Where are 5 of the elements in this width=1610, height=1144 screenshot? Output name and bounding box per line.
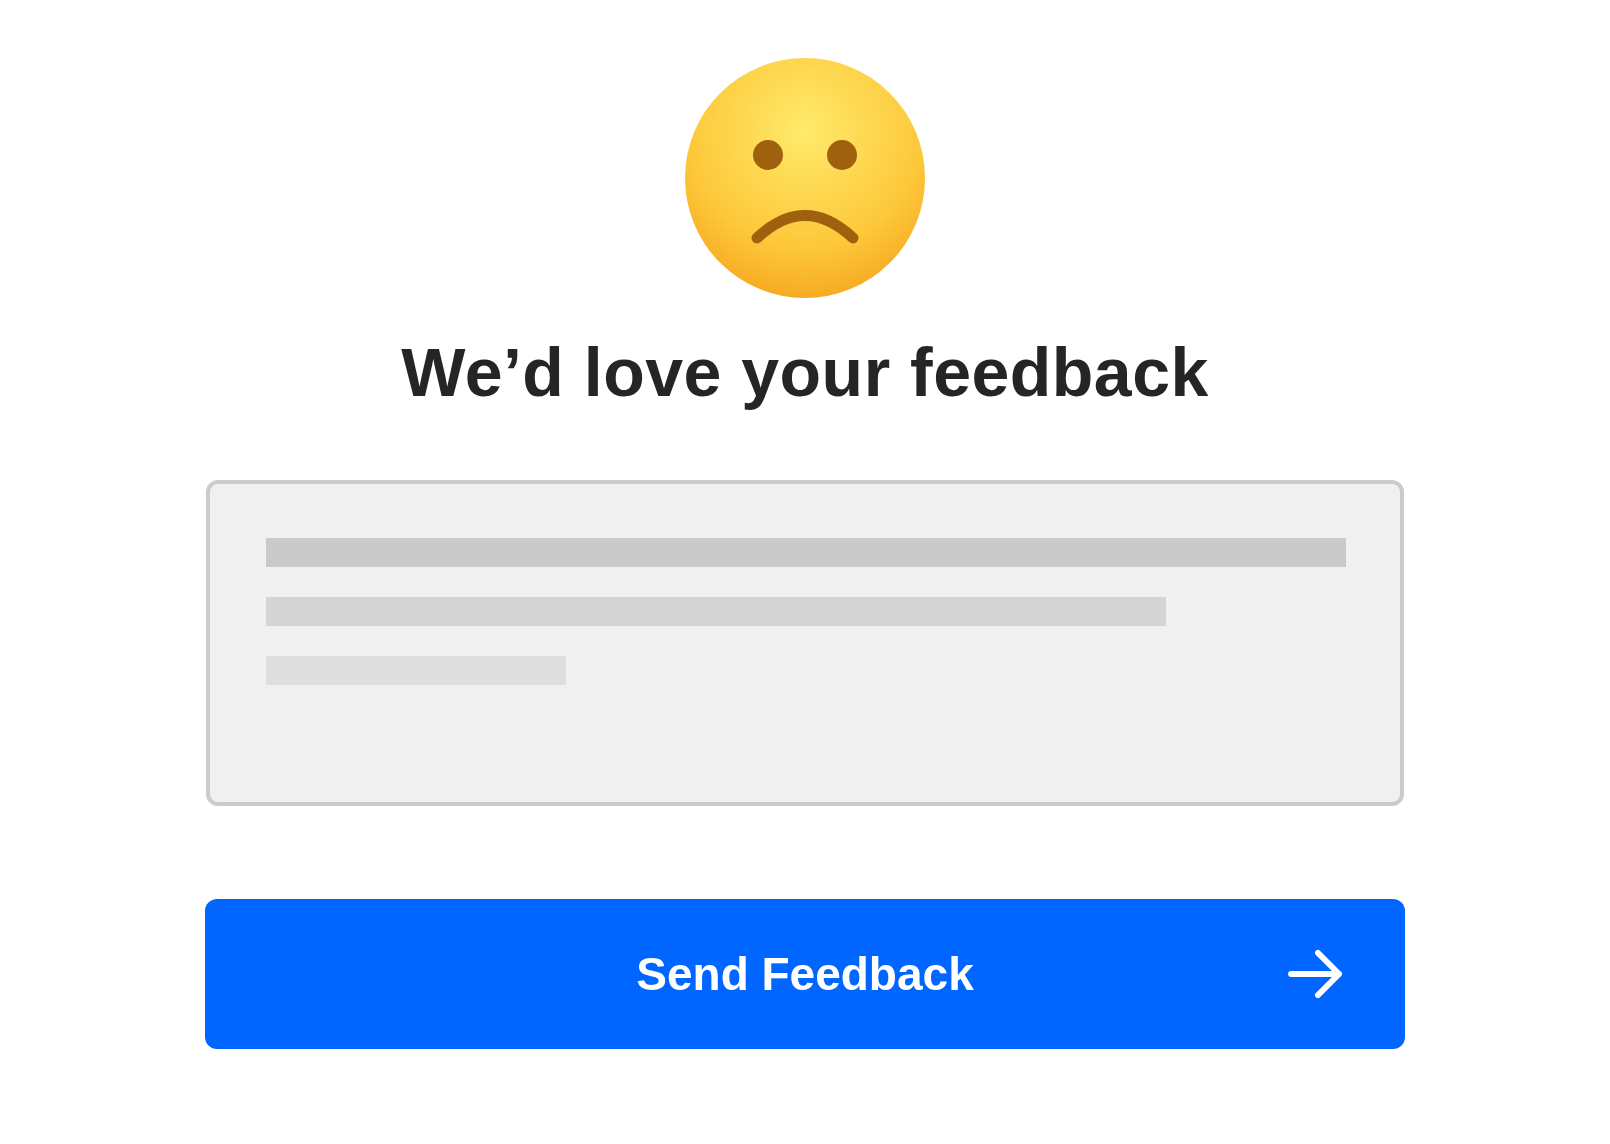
send-feedback-button[interactable]: Send Feedback: [205, 899, 1405, 1049]
heading: We’d love your feedback: [401, 333, 1209, 412]
sad-face-icon: [685, 58, 925, 298]
feedback-field[interactable]: [206, 480, 1404, 806]
arrow-right-icon: [1287, 949, 1345, 999]
